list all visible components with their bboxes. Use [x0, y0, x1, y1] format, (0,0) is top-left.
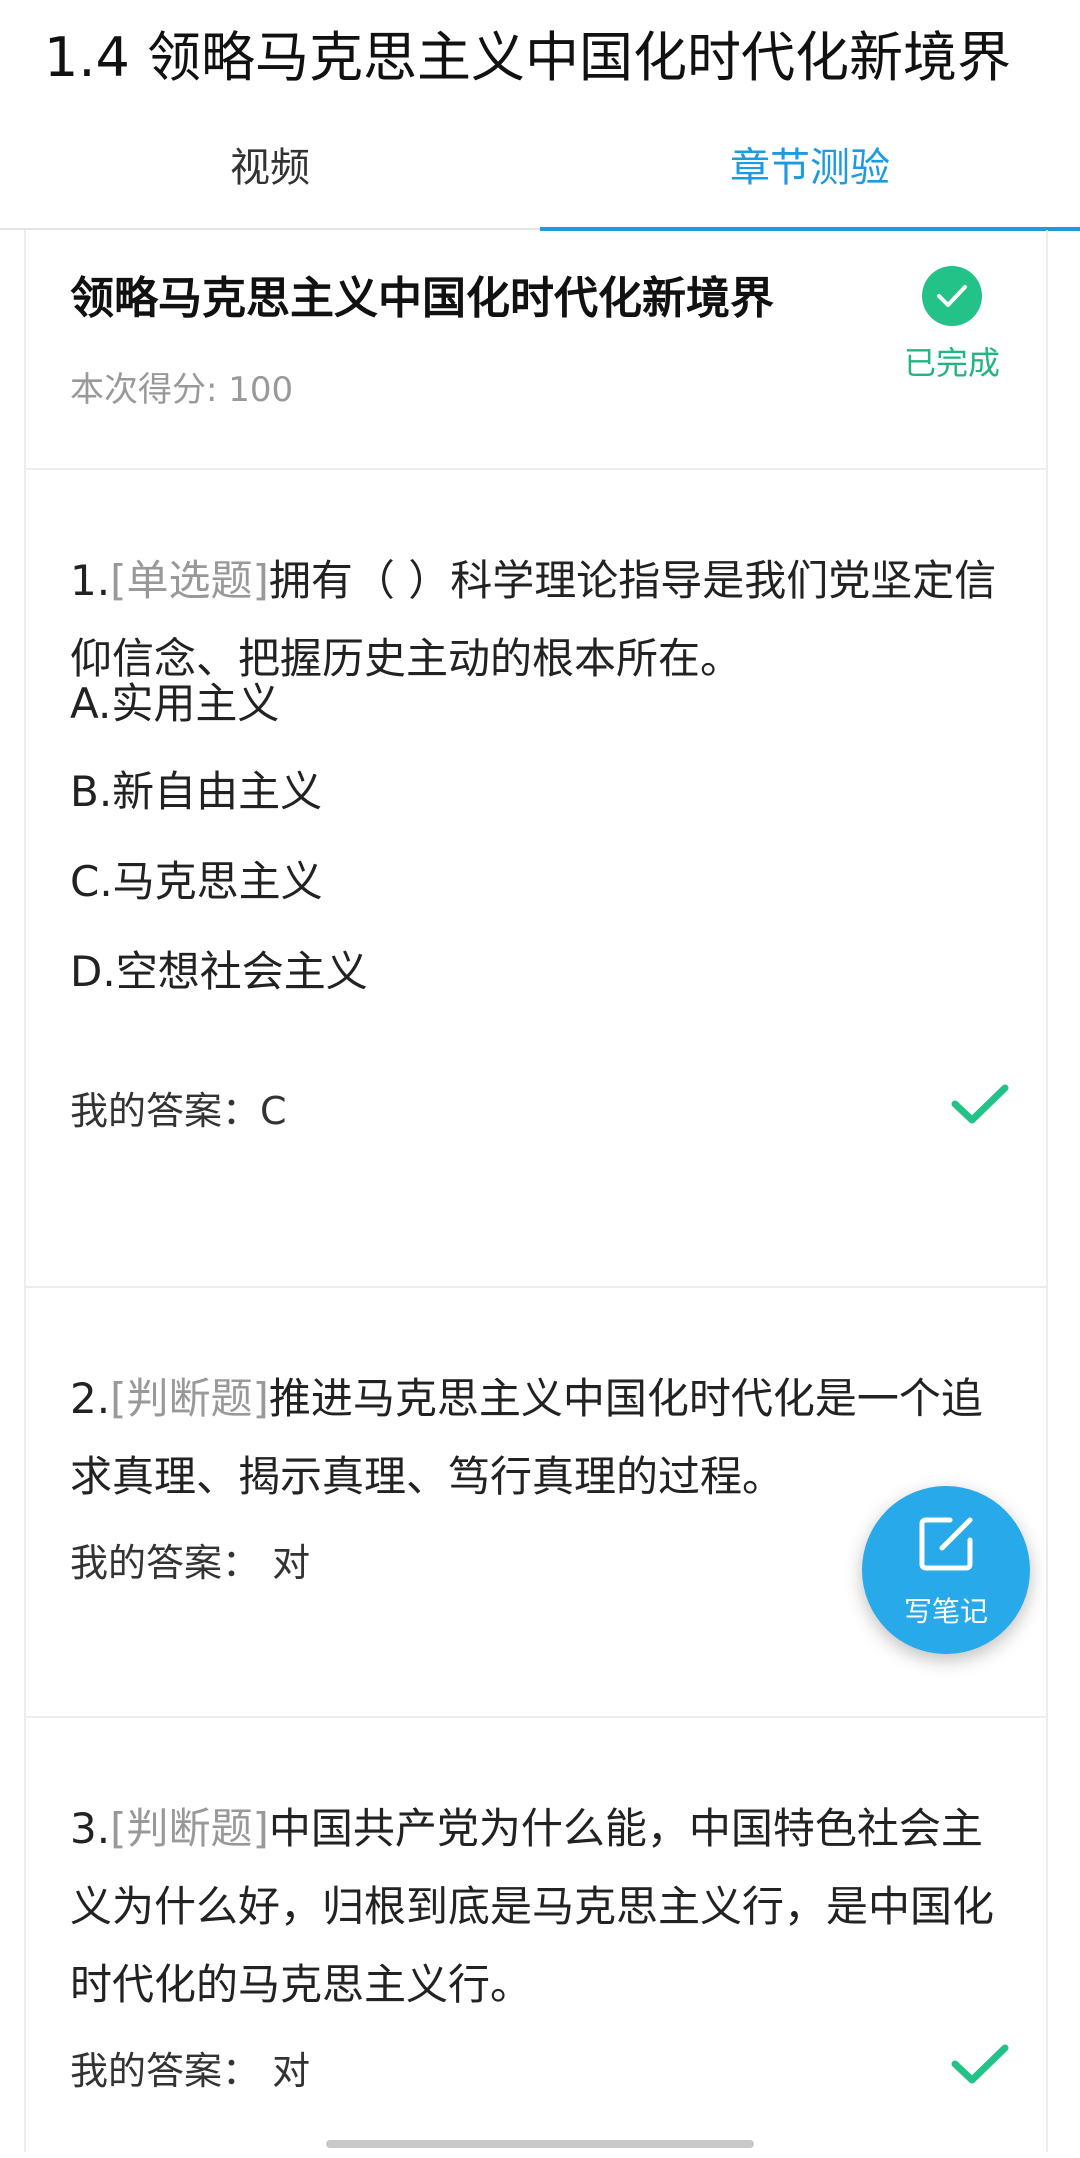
- question-1: 1.[单选题]拥有（ ）科学理论指导是我们党坚定信仰信念、把握历史主动的根本所在…: [26, 470, 1046, 1288]
- option-a: A.实用主义: [70, 679, 280, 728]
- completed-check-icon: [922, 266, 982, 326]
- edit-note-icon: [916, 1514, 976, 1578]
- question-number: 2.: [70, 1374, 111, 1423]
- completed-status: 已完成: [903, 344, 1000, 382]
- tab-chapter-quiz[interactable]: 章节测验: [540, 108, 1080, 228]
- write-note-button[interactable]: 写笔记: [862, 1486, 1030, 1654]
- quiz-score: 本次得分: 100: [70, 370, 294, 410]
- option-d: D.空想社会主义: [70, 947, 368, 996]
- write-note-label: 写笔记: [903, 1595, 988, 1628]
- page-title: 1.4 领略马克思主义中国化时代化新境界: [44, 26, 1012, 89]
- question-3-text: 3.[判断题]中国共产党为什么能，中国特色社会主义为什么好，归根到底是马克思主义…: [70, 1790, 1000, 2024]
- quiz-header: 领略马克思主义中国化时代化新境界 本次得分: 100 已完成: [26, 230, 1046, 470]
- correct-check-icon: [950, 1082, 1010, 1130]
- option-c: C.马克思主义: [70, 857, 323, 906]
- option-b: B.新自由主义: [70, 767, 323, 816]
- question-type: [判断题]: [110, 1804, 269, 1853]
- question-2-text: 2.[判断题]推进马克思主义中国化时代化是一个追求真理、揭示真理、笃行真理的过程…: [70, 1360, 1000, 1516]
- question-type: [判断题]: [110, 1374, 269, 1423]
- tab-video[interactable]: 视频: [0, 108, 540, 228]
- correct-check-icon: [950, 2042, 1010, 2090]
- question-type: [单选题]: [110, 556, 269, 605]
- my-answer: 我的答案： 对: [70, 1541, 311, 1585]
- my-answer: 我的答案： 对: [70, 2049, 311, 2093]
- question-number: 3.: [70, 1804, 111, 1853]
- quiz-title: 领略马克思主义中国化时代化新境界: [70, 273, 774, 324]
- quiz-card: 领略马克思主义中国化时代化新境界 本次得分: 100 已完成 1.[单选题]拥有…: [24, 230, 1048, 2152]
- tab-bar: 视频 章节测验: [0, 108, 1080, 231]
- my-answer: 我的答案：C: [70, 1089, 287, 1133]
- question-number: 1.: [70, 556, 111, 605]
- home-indicator[interactable]: [326, 2140, 754, 2148]
- question-2: 2.[判断题]推进马克思主义中国化时代化是一个追求真理、揭示真理、笃行真理的过程…: [26, 1288, 1046, 1718]
- question-3: 3.[判断题]中国共产党为什么能，中国特色社会主义为什么好，归根到底是马克思主义…: [26, 1718, 1046, 2158]
